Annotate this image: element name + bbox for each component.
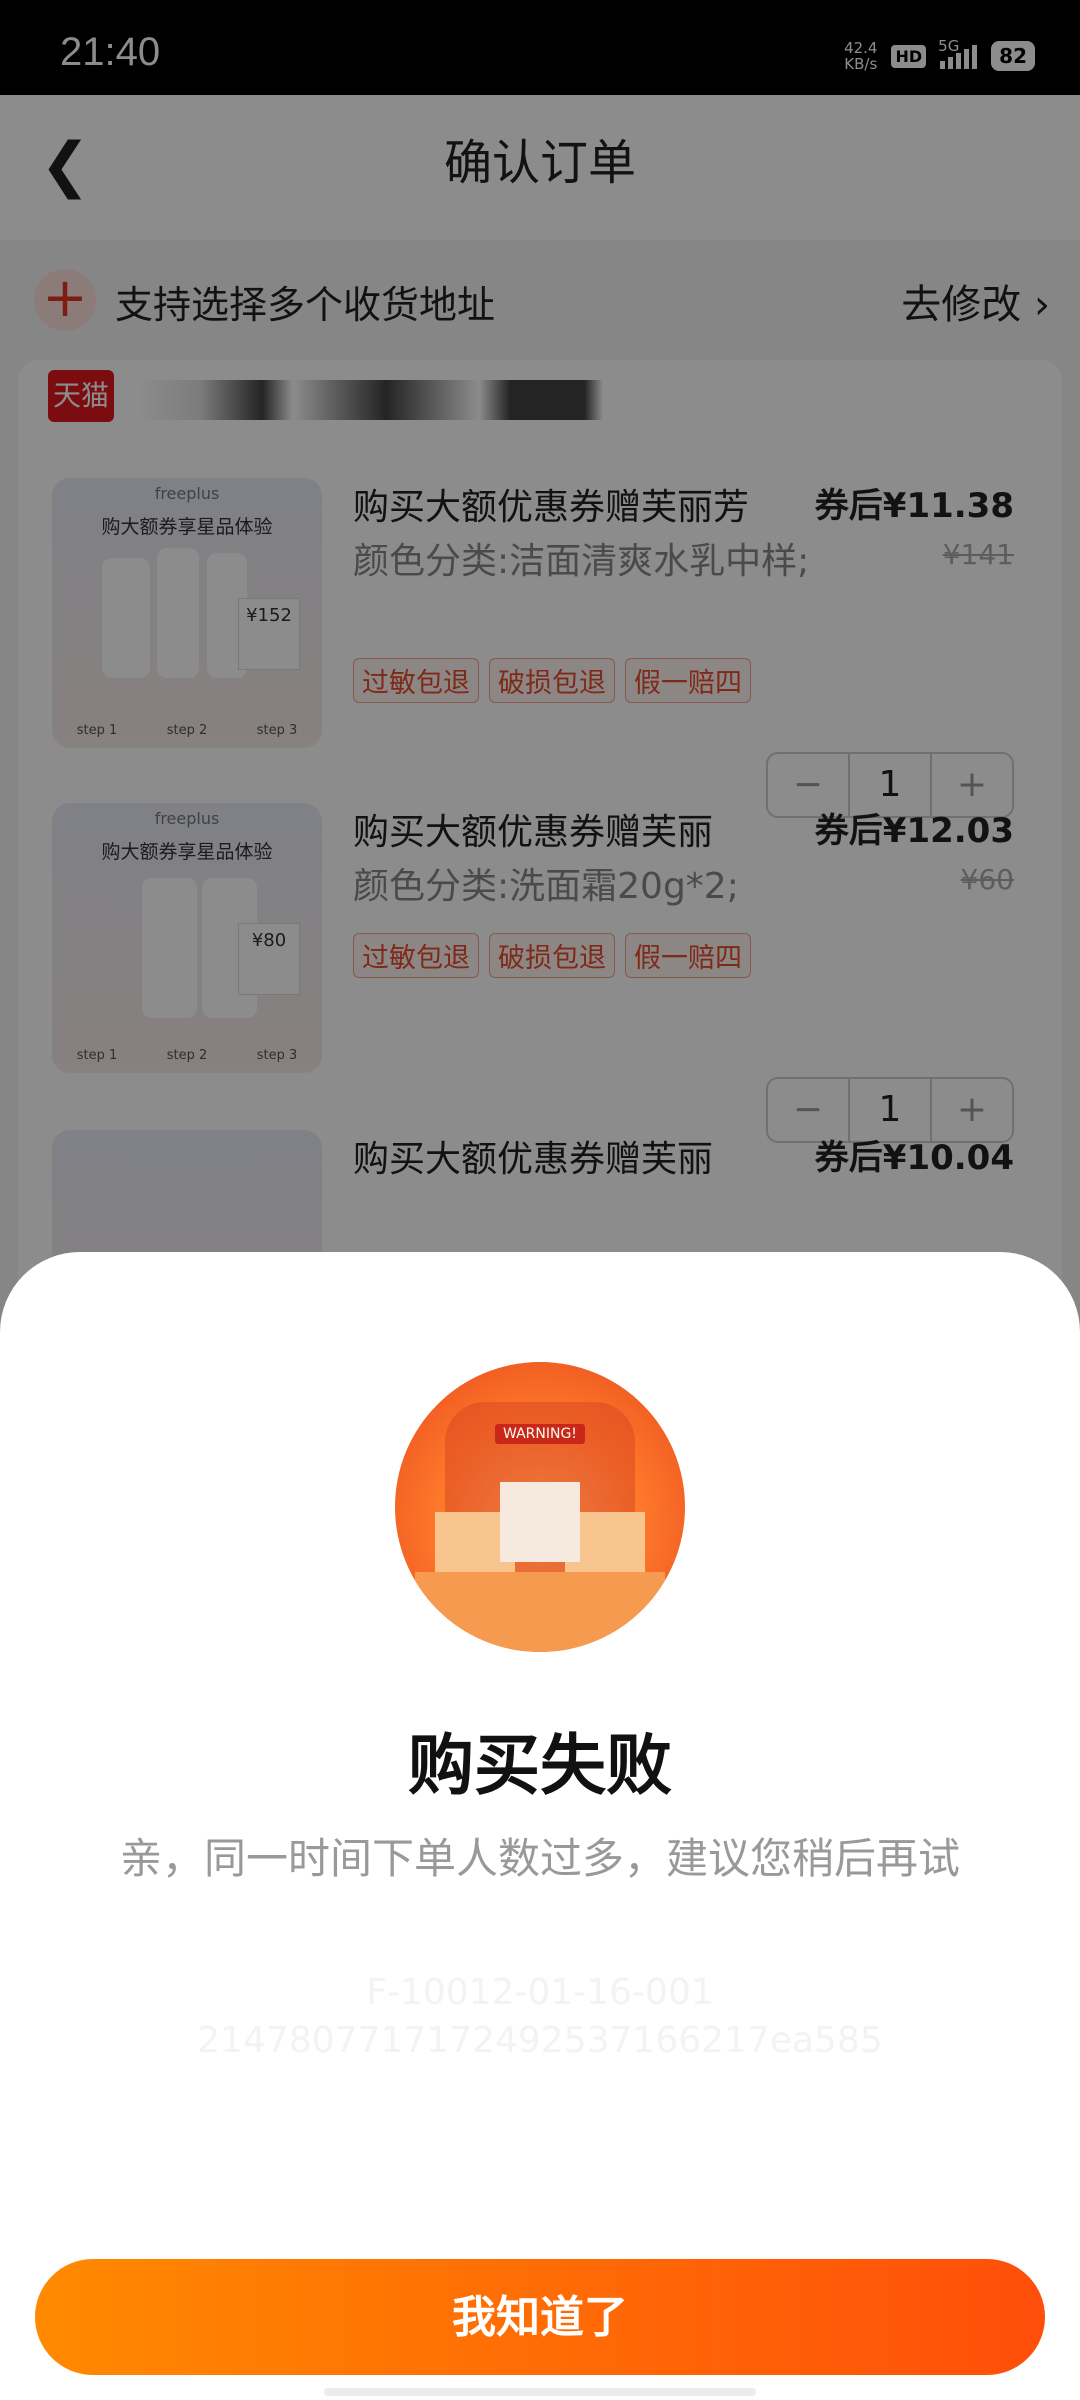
acknowledge-button[interactable]: 我知道了 bbox=[35, 2259, 1045, 2375]
error-trace-id: 2147807717172492537166217ea585 bbox=[197, 2020, 883, 2061]
purchase-failed-dialog: WARNING! 购买失败 亲，同一时间下单人数过多，建议您稍后再试 F-100… bbox=[0, 1252, 1080, 2400]
warning-cart-illustration: WARNING! bbox=[395, 1362, 685, 1652]
dialog-title: 购买失败 bbox=[408, 1727, 672, 1804]
home-indicator[interactable] bbox=[324, 2388, 756, 2396]
error-code: F-10012-01-16-001 bbox=[366, 1972, 714, 2013]
dialog-message: 亲，同一时间下单人数过多，建议您稍后再试 bbox=[119, 1834, 960, 1883]
